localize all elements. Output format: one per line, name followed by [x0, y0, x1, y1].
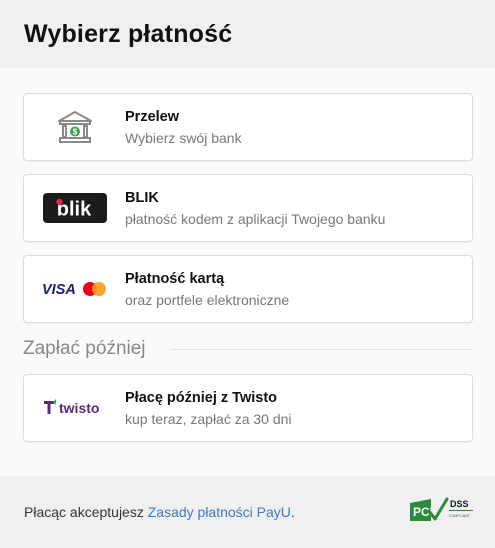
twisto-logo-text: twisto [59, 400, 99, 416]
visa-mastercard-logo: VISA [24, 277, 125, 301]
svg-text:DSS: DSS [450, 499, 469, 509]
blik-logo: blik [24, 193, 125, 223]
svg-text:$: $ [72, 128, 77, 137]
payment-method-twisto[interactable]: twisto Płacę później z Twisto kup teraz,… [23, 374, 473, 442]
method-title: Przelew [125, 108, 179, 125]
header: Wybierz płatność [0, 0, 495, 68]
payment-methods: $ Przelew Wybierz swój bank blik BLIK pł… [0, 68, 495, 476]
payment-method-transfer[interactable]: $ Przelew Wybierz swój bank [23, 93, 473, 161]
method-subtitle: płatność kodem z aplikacji Twojego banku [125, 210, 386, 227]
section-divider [169, 348, 473, 350]
visa-logo-text: VISA [42, 282, 76, 298]
bank-icon: $ [24, 110, 125, 144]
method-title: Płatność kartą [125, 270, 225, 287]
twisto-logo: twisto [24, 396, 125, 420]
section-heading: Zapłać później [23, 338, 146, 359]
method-subtitle: oraz portfele elektroniczne [125, 291, 290, 308]
payment-method-blik[interactable]: blik BLIK płatność kodem z aplikacji Two… [23, 174, 473, 242]
terms-link[interactable]: Zasady płatności PayU [148, 504, 291, 520]
page-title: Wybierz płatność [24, 19, 233, 48]
method-title: BLIK [125, 189, 159, 206]
terms-text: Płacąc akceptujesz Zasady płatności PayU… [24, 504, 295, 520]
method-title: Płacę później z Twisto [125, 389, 278, 406]
svg-text:COMPLIANT: COMPLIANT [449, 514, 471, 518]
pay-later-section: Zapłać później [23, 336, 473, 362]
method-subtitle: Wybierz swój bank [125, 129, 242, 146]
method-subtitle: kup teraz, zapłać za 30 dni [125, 410, 292, 427]
payment-method-card[interactable]: VISA Płatność kartą oraz portfele elektr… [23, 255, 473, 323]
pci-dss-badge: PCI DSS COMPLIANT [409, 495, 475, 530]
footer: Płacąc akceptujesz Zasady płatności PayU… [0, 476, 495, 548]
